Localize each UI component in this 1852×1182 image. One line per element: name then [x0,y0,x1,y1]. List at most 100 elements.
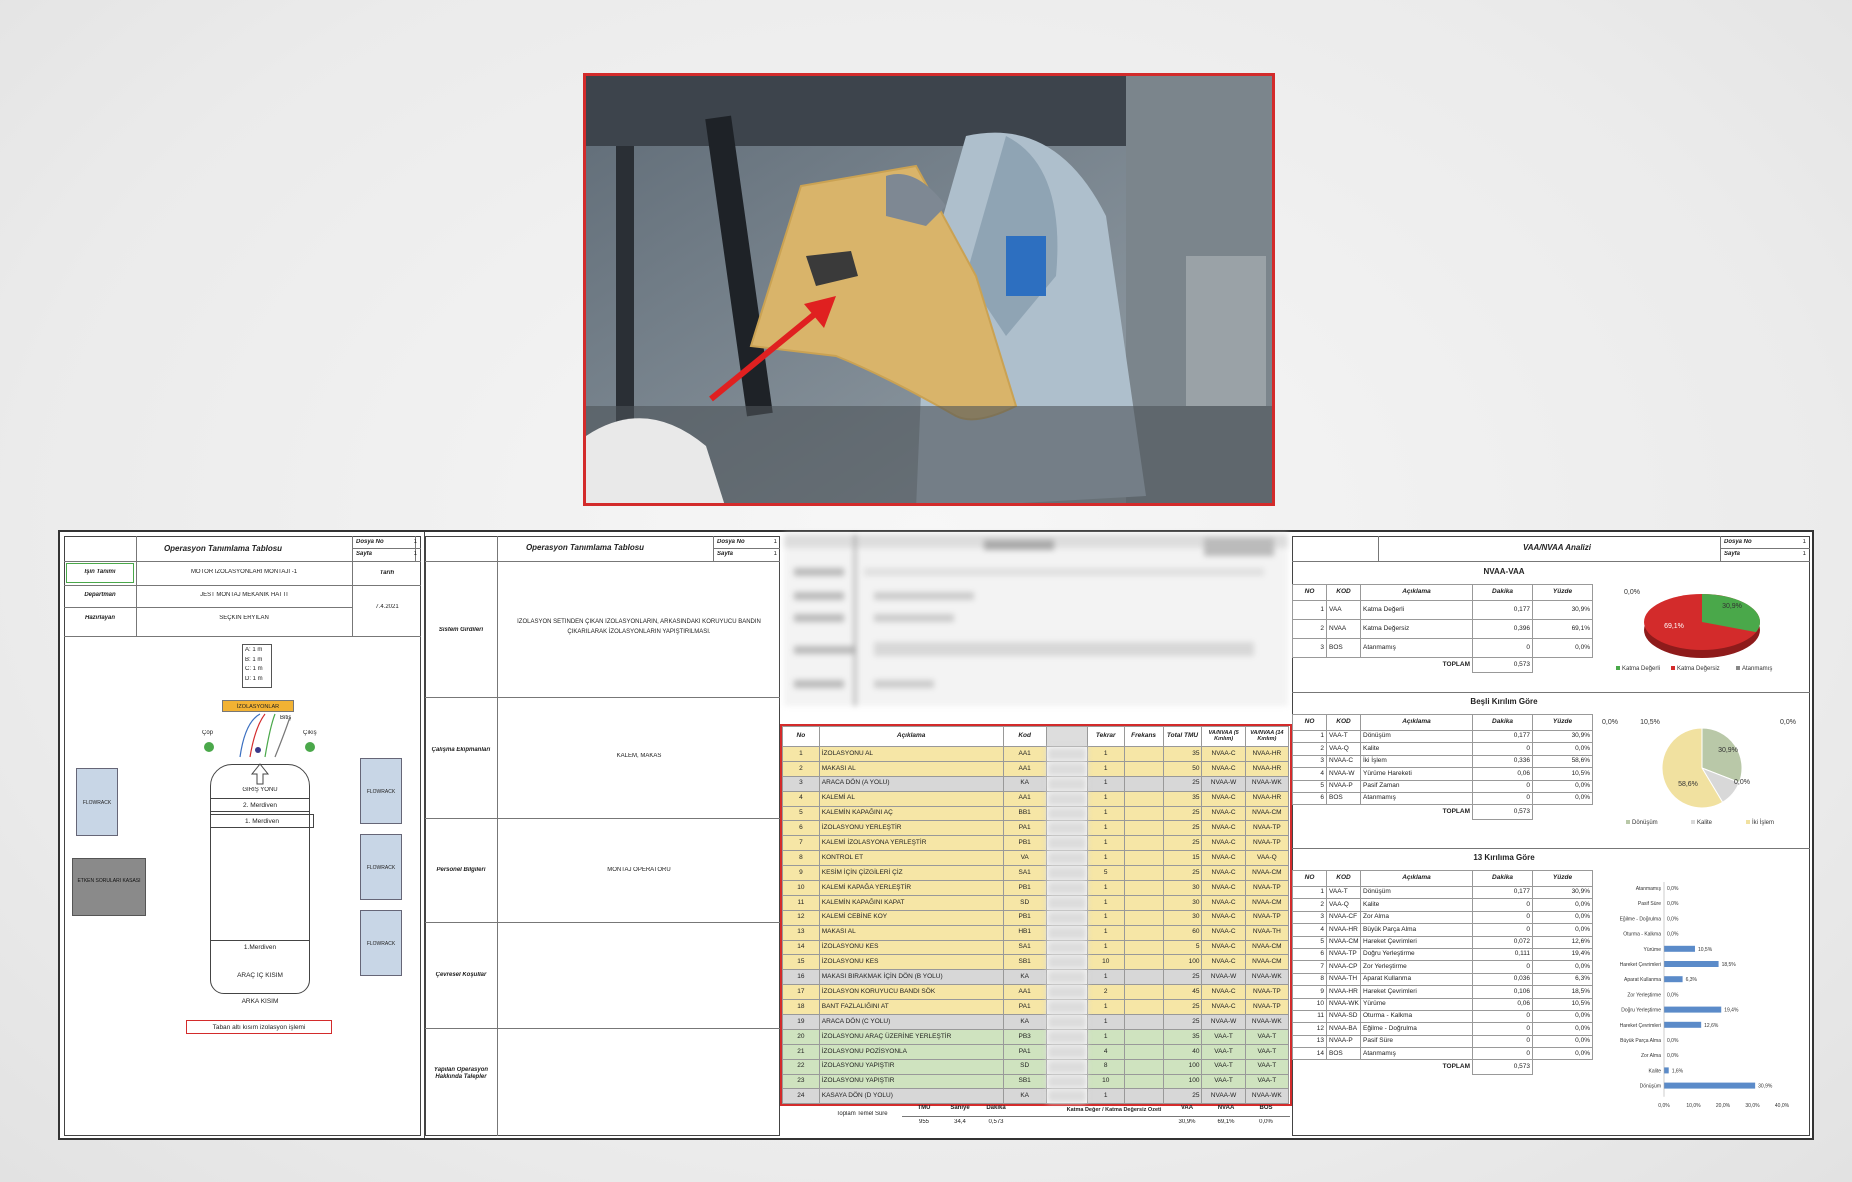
cell-kod: BOS [1326,638,1361,658]
cell-dakika: 0 [1472,1047,1533,1061]
bar-13 [1664,1082,1756,1089]
cell-dakika: 0,177 [1472,885,1533,900]
cell-yuzde: 58,6% [1532,754,1593,769]
cell-tekrar: 10 [1086,1073,1125,1090]
cell-aciklama: Pasif Süre [1360,1034,1473,1049]
analysis-row: 3 NVAA-CF Zor Alma 0 0,0% [1292,910,1593,925]
cell-va14: NVAA-TP [1244,820,1290,837]
footer-dakika: 0,573 [988,1119,1004,1125]
cell-aciklama: Yürüme Hareketi [1360,767,1473,781]
table-row: 4 KALEMİ AL AA1 1 35 NVAA-C NVAA-HR [782,790,1290,807]
spreadsheet: Operasyon Tanımlama Tablosu Dosya No Say… [58,530,1814,1140]
cell-frekans [1123,939,1164,956]
bar-axis-tick-2: 20,0% [1716,1103,1731,1109]
cell-tekrar: 1 [1086,805,1125,822]
blurred-header [784,534,1288,706]
cell-aciklama: Hareket Çevrimleri [1360,935,1473,949]
table-row: 13 MAKASI AL HB1 1 60 NVAA-C NVAA-TH [782,924,1290,941]
cell-kod: NVAA-CP [1326,960,1361,974]
cell-frekans [1123,835,1164,852]
bar-value-3: 0,0% [1667,932,1679,938]
bar-label-4: Yürüme [1643,947,1661,953]
cell-tmu: 25 [1162,835,1203,852]
cell-blurred [1045,865,1088,882]
cell-kod: PA1 [1002,820,1047,837]
toplam-value: 0,573 [1472,804,1533,821]
cell-no: 1 [1292,600,1327,620]
cell-va14: NVAA-WK [1244,1014,1290,1030]
cell-tmu: 25 [1162,775,1203,792]
table-row: 18 BANT FAZLALIĞINI AT PA1 1 25 NVAA-C NVAA-TP [782,999,1290,1016]
cell-kod: BOS [1326,791,1361,806]
cell-blurred [1045,1088,1088,1105]
cell-yuzde: 0,0% [1532,791,1593,806]
cell-va14: NVAA-HR [1244,746,1290,762]
cell-va14: NVAA-WK [1244,775,1290,792]
cell-no: 8 [782,850,820,867]
cell-no: 23 [782,1073,820,1090]
cell-kod: KA [1002,775,1047,792]
s2-table: NO KOD Açıklama Dakika Yüzde 1 VAA-T Dönüşüm 0,1… [1292,714,1593,821]
cell-no: 6 [1292,947,1327,962]
cell-tmu: 35 [1162,790,1203,807]
cell-va5: NVAA-C [1201,984,1246,1001]
s2-grid: NO KOD Açıklama Dakika Yüzde 1 VAA-T Dönüşüm 0,1… [1292,714,1593,821]
cell-va14: NVAA-CM [1244,865,1290,882]
cell-dakika: 0 [1472,742,1533,756]
th-no: NO [1292,870,1327,887]
toplam-label: TOPLAM [1442,1063,1470,1071]
left-date-label: Tarih [379,570,395,576]
s1-table: NO KOD Açıklama Dakika Yüzde 1 VAA Katma Değerl… [1292,584,1593,673]
cell-va5: NVAA-C [1201,850,1246,867]
cell-dakika: 0,177 [1472,600,1533,620]
footer-mid-label: Katma Değer / Katma Değersiz Özeti [1066,1107,1162,1113]
cell-kod: KA [1002,1088,1047,1105]
mid-label-0: Sistem Girdileri [438,627,484,633]
cell-yuzde: 0,0% [1532,742,1593,756]
cell-frekans [1123,850,1164,867]
table-row: 15 İZOLASYONU KES SB1 10 100 NVAA-C NVAA-CM [782,954,1290,971]
operations-body: 1 İZOLASYONU AL AA1 1 35 NVAA-C NVAA-HR 2 MAKASI… [782,746,1290,1105]
cell-kod: NVAA-P [1326,779,1361,793]
cell-no: 2 [1292,619,1327,639]
cell-blurred [1045,1014,1088,1030]
bar-svg: Atanmamış 0,0% Pasif Süre 0,0% Eğilme - Doğr… [1620,882,1790,1109]
cell-no: 16 [782,969,820,986]
cell-no: 20 [782,1028,820,1045]
th-dakika: Dakika [1472,870,1533,887]
cell-va14: NVAA-HR [1244,760,1290,777]
analysis-row: 11 NVAA-SD Oturma - Kalkma 0 0,0% [1292,1009,1593,1024]
flowrack-right-3: FLOWRACK [360,910,402,976]
pie1-label-bos: 0,0% [1624,589,1640,596]
mid-meta-sayfa: Sayfa [717,551,734,557]
cell-tmu: 60 [1162,924,1203,941]
analysis-row: 2 VAA-Q Kalite 0 0,0% [1292,898,1593,912]
cell-frekans [1123,969,1164,986]
cell-aciklama: KALEMİ İZOLASYONA YERLEŞTİR [818,835,1004,852]
giris-yonu-label: GİRİŞ YÖNÜ [242,787,278,793]
bar-8 [1664,1006,1722,1013]
th-dakika: Dakika [1472,584,1533,601]
cell-no: 14 [1292,1047,1327,1061]
bar-9 [1664,1021,1702,1028]
cell-frekans [1123,790,1164,807]
cell-blurred [1045,1073,1088,1090]
cell-no: 22 [782,1058,820,1075]
cell-aciklama: Katma Değerli [1360,600,1473,620]
flowrack-right-2: FLOWRACK [360,834,402,900]
cell-aciklama: İZOLASYONU KES [818,939,1004,956]
analysis-row: 5 NVAA-P Pasif Zaman 0 0,0% [1292,779,1593,793]
cell-aciklama: MAKASI AL [818,760,1004,777]
cell-tmu: 100 [1162,1058,1203,1075]
cell-va5: NVAA-C [1201,894,1246,911]
cell-va5: NVAA-W [1201,1088,1246,1105]
cell-aciklama: İZOLASYONU KES [818,954,1004,971]
cell-frekans [1123,1073,1164,1090]
footer-head-tmu: TMU [917,1105,931,1111]
cell-va14: VAA-T [1244,1073,1290,1090]
cell-dakika: 0,336 [1472,754,1533,769]
cell-yuzde: 0,0% [1532,910,1593,925]
mid-meta-val2: 1 [773,551,777,557]
th-total-tmu: Total TMU [1162,726,1203,747]
bar-axis-tick-0: 0,0% [1658,1103,1670,1109]
